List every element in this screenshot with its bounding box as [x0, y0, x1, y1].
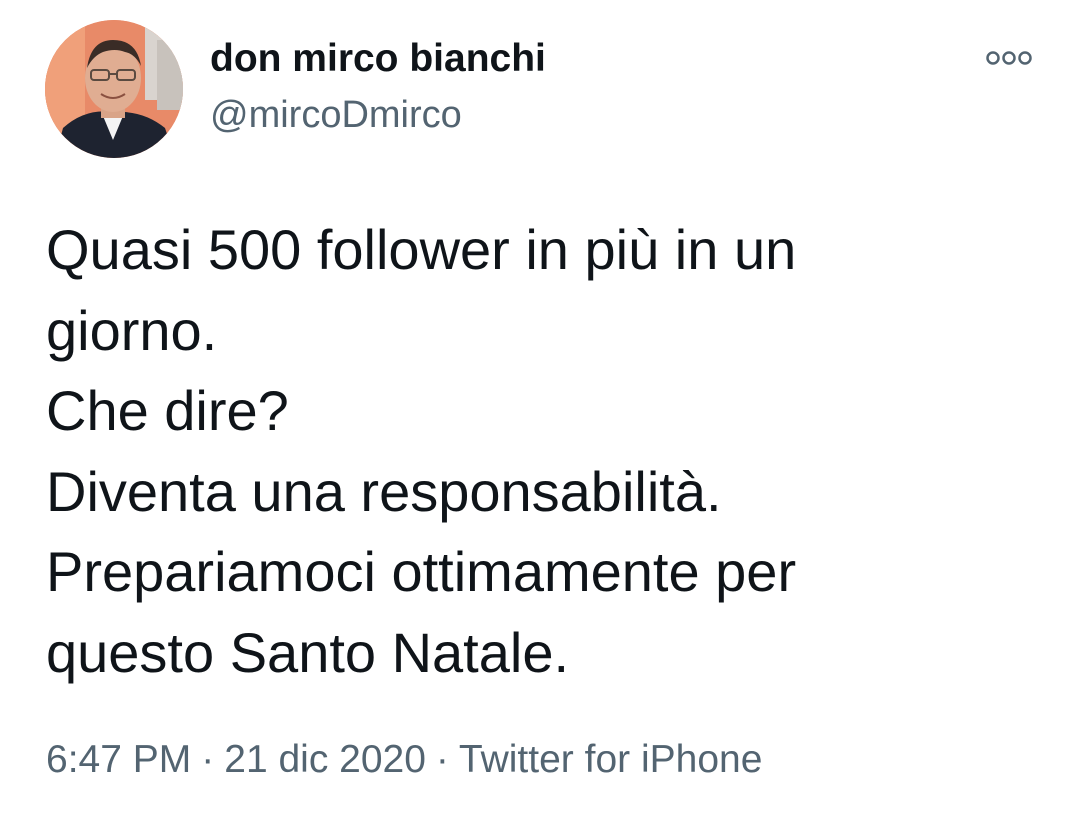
- more-options-button[interactable]: [978, 40, 1040, 76]
- more-horizontal-icon: [986, 51, 1032, 65]
- tweet-text-line: Che dire?: [46, 379, 289, 442]
- tweet-text: Quasi 500 follower in più in un giorno. …: [46, 210, 1036, 693]
- tweet-text-line: Quasi 500 follower in più in un: [46, 218, 797, 281]
- tweet-metadata: 6:47 PM · 21 dic 2020 · Twitter for iPhone: [46, 737, 762, 783]
- tweet-date[interactable]: 21 dic 2020: [224, 738, 426, 781]
- tweet: don mirco bianchi @mircoDmirco Quasi 500…: [0, 0, 1080, 822]
- avatar[interactable]: [45, 20, 183, 158]
- tweet-text-line: questo Santo Natale.: [46, 620, 570, 684]
- display-name[interactable]: don mirco bianchi: [210, 36, 546, 82]
- tweet-source-link[interactable]: Twitter for iPhone: [459, 738, 762, 781]
- tweet-time[interactable]: 6:47 PM: [46, 738, 191, 781]
- tweet-text-line: Diventa una responsabilità.: [46, 459, 722, 523]
- separator-dot: ·: [201, 738, 215, 781]
- tweet-text-line: giorno.: [46, 298, 218, 362]
- separator-dot: ·: [435, 738, 449, 781]
- profile-photo-icon: [45, 20, 183, 158]
- username-handle[interactable]: @mircoDmirco: [210, 92, 462, 138]
- tweet-text-line: Prepariamoci ottimamente per: [46, 540, 797, 603]
